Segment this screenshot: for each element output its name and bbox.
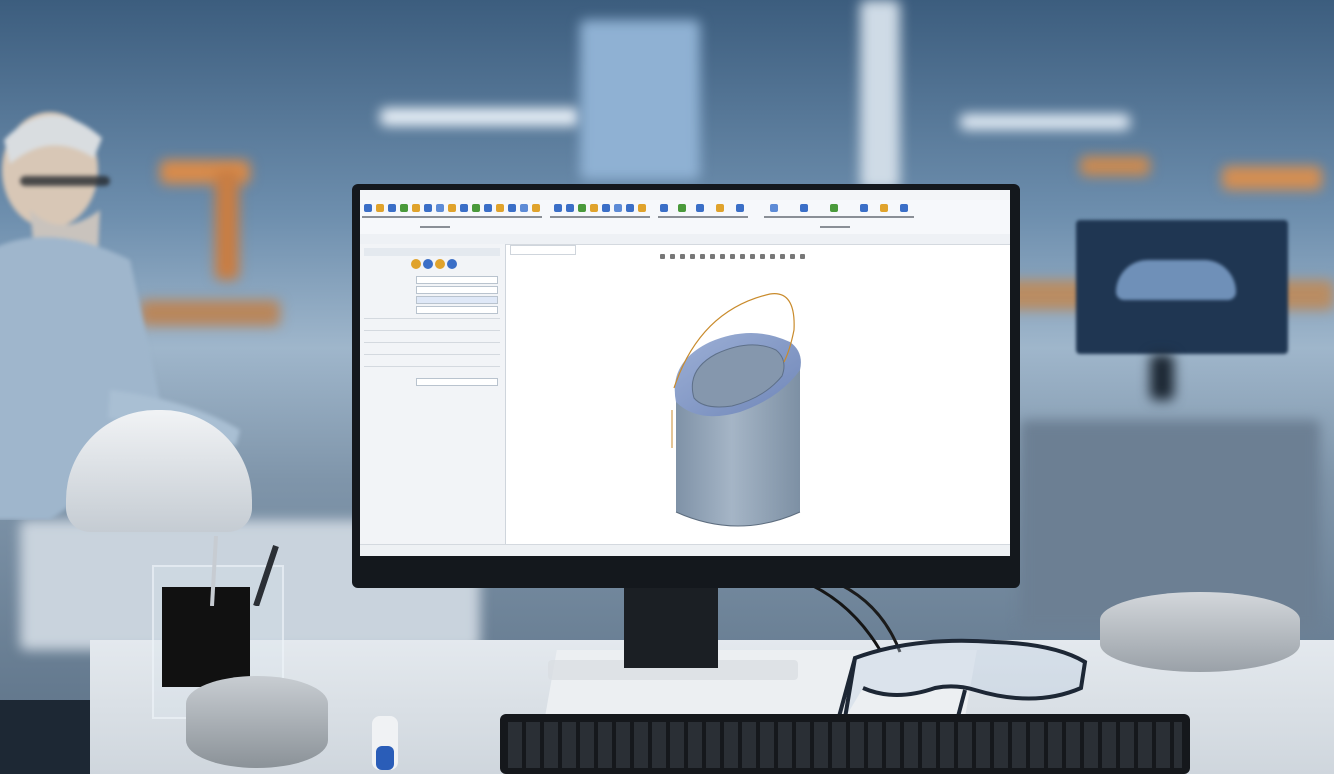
background-monitor — [1076, 220, 1288, 354]
view-tool-icon[interactable] — [800, 254, 805, 259]
ribbon-icon-group — [364, 204, 908, 212]
monitor-icon — [352, 184, 1020, 588]
panel-field[interactable] — [416, 296, 498, 304]
keyboard-keys — [508, 722, 1182, 768]
monitor-chin — [352, 556, 1020, 588]
photo-scene — [0, 0, 1334, 774]
view-tool-icon[interactable] — [700, 254, 705, 259]
safety-glasses-icon — [835, 638, 1088, 728]
panel-field[interactable] — [416, 306, 498, 314]
panel-section[interactable] — [364, 354, 500, 363]
panel-section[interactable] — [364, 342, 500, 351]
pens — [210, 536, 279, 606]
monitor-stand — [624, 588, 718, 668]
panel-row — [364, 248, 500, 256]
factory-window — [580, 20, 700, 180]
panel-section[interactable] — [364, 366, 500, 375]
view-tool-icon[interactable] — [670, 254, 675, 259]
cylinder-cut-model — [674, 333, 801, 527]
view-tool-icon[interactable] — [740, 254, 745, 259]
view-tool-icon[interactable] — [790, 254, 795, 259]
marker-pen — [372, 716, 398, 770]
metal-part — [186, 676, 328, 768]
robot-arm — [1080, 156, 1150, 176]
cad-application-window — [360, 190, 1010, 556]
view-tool-icon[interactable] — [760, 254, 765, 259]
view-toolbar — [660, 254, 860, 262]
view-tool-icon[interactable] — [710, 254, 715, 259]
ceiling-light — [960, 114, 1130, 130]
metal-part — [1100, 592, 1300, 672]
view-tool-icon[interactable] — [660, 254, 665, 259]
ribbon-toolbar — [360, 200, 1010, 235]
feature-panel — [360, 244, 506, 544]
ribbon-icons — [362, 204, 914, 228]
panel-field[interactable] — [416, 286, 498, 294]
keyboard-icon — [500, 714, 1190, 774]
factory-pillar — [860, 0, 900, 190]
panel-field[interactable] — [416, 276, 498, 284]
view-tool-icon[interactable] — [730, 254, 735, 259]
background-monitor-stand — [1150, 354, 1174, 400]
view-tool-icon[interactable] — [750, 254, 755, 259]
view-tool-icon[interactable] — [720, 254, 725, 259]
view-tool-icon[interactable] — [680, 254, 685, 259]
ceiling-light — [380, 108, 580, 126]
view-tool-icon[interactable] — [770, 254, 775, 259]
panel-section[interactable] — [364, 330, 500, 339]
robot-arm — [1222, 166, 1322, 190]
marker-cap — [376, 746, 394, 770]
desk-edge — [0, 700, 90, 774]
view-tool-icon[interactable] — [780, 254, 785, 259]
cad-model-viewport[interactable] — [660, 290, 820, 540]
ribbon-label-placeholders — [362, 216, 914, 228]
panel-section[interactable] — [364, 318, 500, 327]
view-tool-icon[interactable] — [690, 254, 695, 259]
panel-icon-row — [411, 259, 457, 269]
panel-field[interactable] — [416, 378, 498, 386]
car-model-display — [1116, 260, 1236, 300]
document-tab[interactable] — [510, 245, 576, 255]
status-bar — [360, 544, 1010, 556]
